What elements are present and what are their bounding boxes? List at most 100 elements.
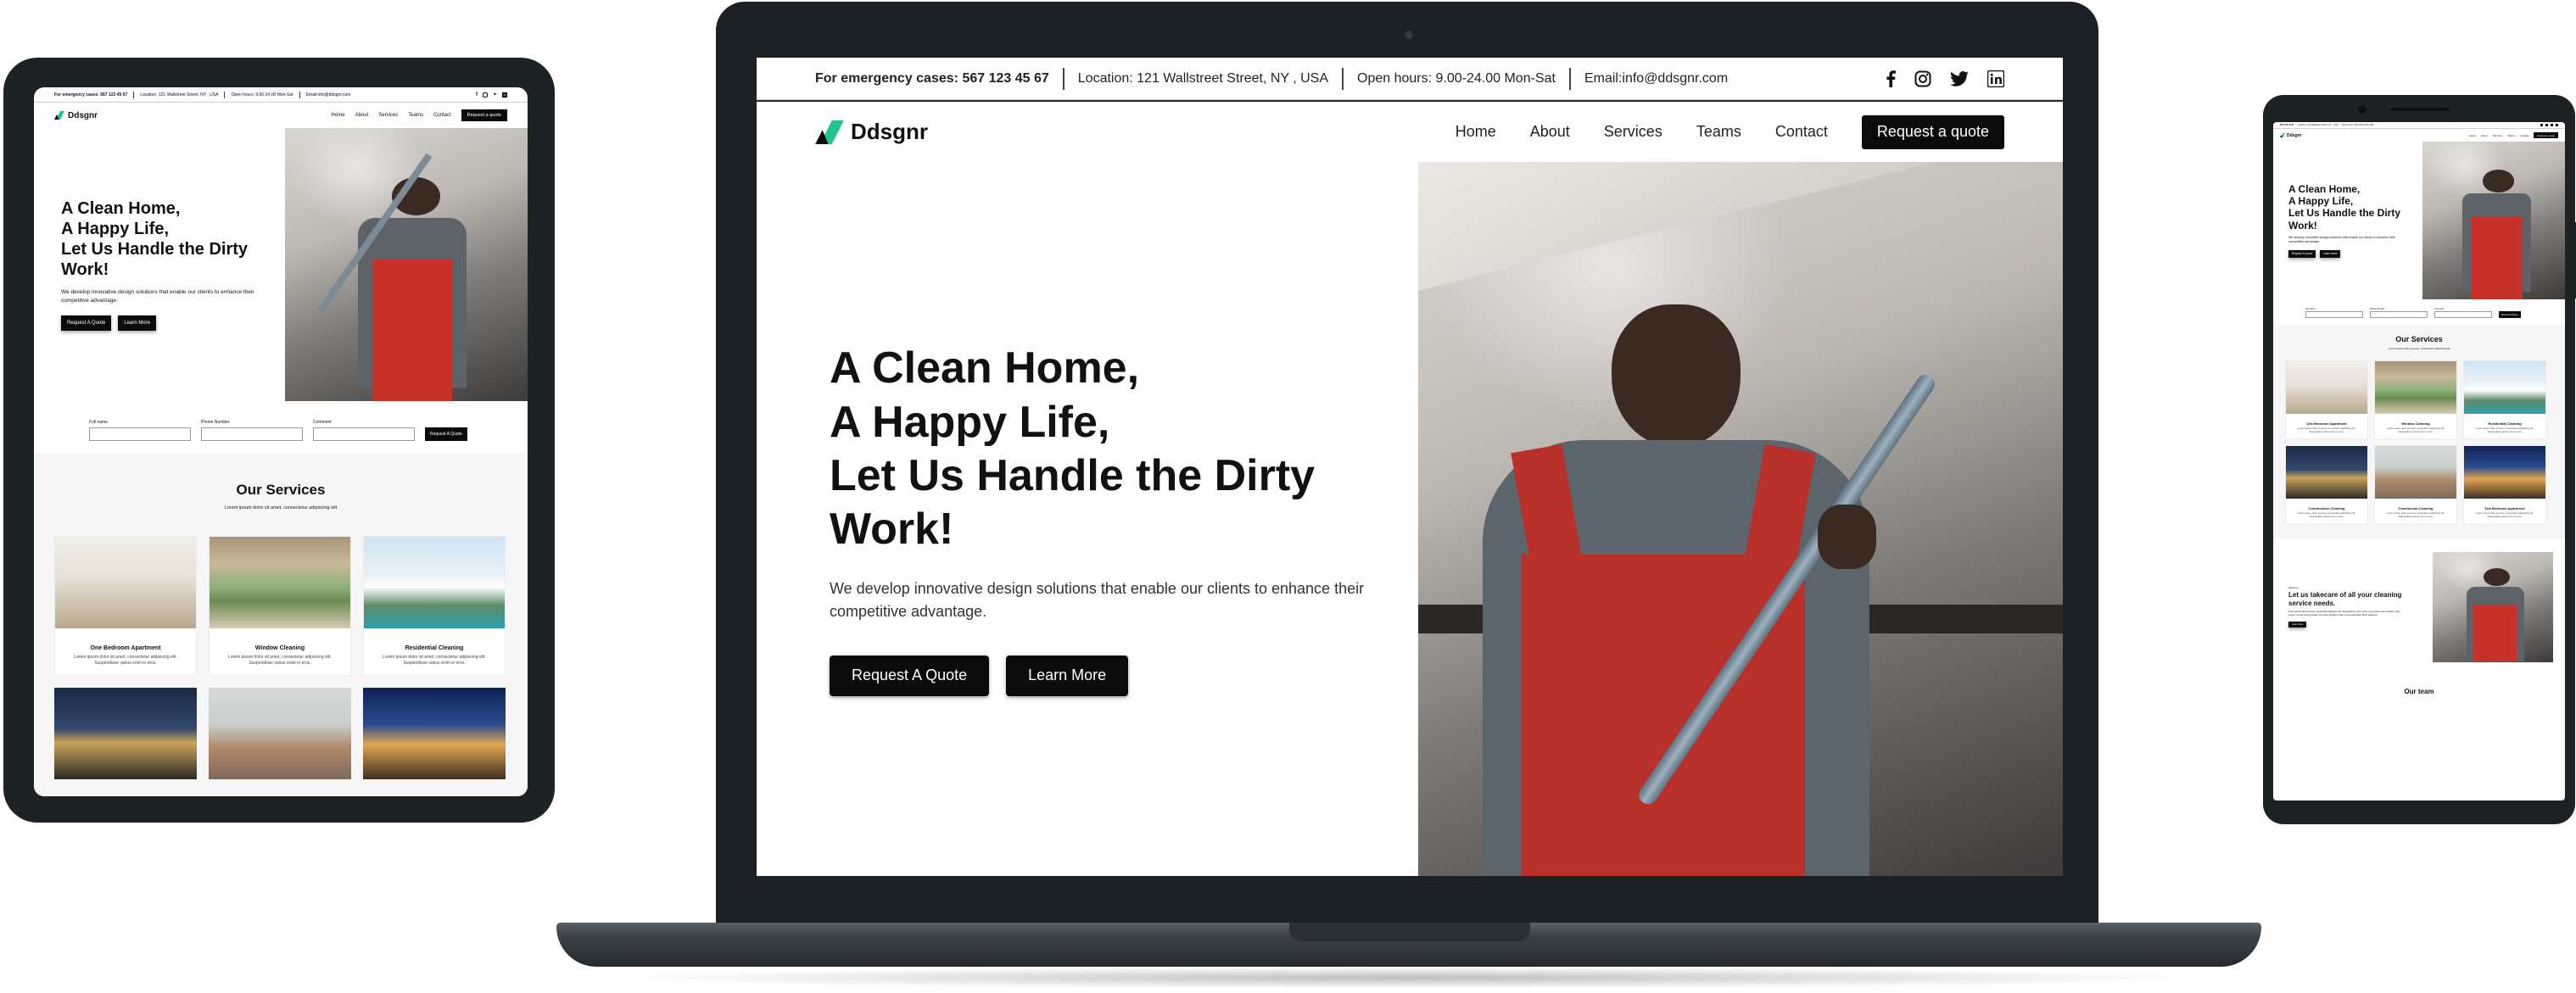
worker-overalls — [1521, 555, 1805, 876]
request-quote-button[interactable]: Request a quote — [461, 109, 507, 121]
twitter-icon[interactable]: ✦ — [493, 92, 497, 98]
comment-label: Comment — [313, 420, 332, 425]
comment-input[interactable] — [2434, 311, 2492, 318]
about-section: About us Let us takecare of all your cle… — [2273, 538, 2565, 671]
hero-request-quote-button[interactable]: Request A Quote — [61, 315, 112, 331]
service-image — [2464, 446, 2545, 499]
service-card-construction[interactable]: Construction Cleaning Lorem ipsum dolor … — [2285, 445, 2368, 525]
nav-teams[interactable]: Teams — [1696, 123, 1741, 141]
laptop-notch — [1289, 923, 1530, 941]
nav-contact[interactable]: Contact — [433, 113, 451, 118]
service-card-one-bedroom[interactable]: One Bedroom Apartment Lorem ipsum dolor … — [54, 536, 197, 676]
request-quote-button[interactable]: Request a quote — [1861, 114, 2004, 149]
twitter-icon[interactable] — [1950, 70, 1969, 86]
service-card-two-bedroom[interactable]: Two Bedroom Apartment Lorem ipsum dolor … — [2463, 445, 2546, 525]
logo[interactable]: Ddsgnr — [815, 119, 928, 145]
nav-about[interactable]: About — [355, 113, 369, 118]
linkedin-icon[interactable] — [1987, 70, 2004, 87]
logo[interactable]: Ddsgnr — [54, 111, 98, 120]
service-card-commercial[interactable]: Commercial Cleaning Lorem ipsum dolor si… — [2374, 445, 2457, 525]
instagram-icon[interactable] — [1914, 70, 1931, 87]
location-text: Location: 121 Wallstreet Street, NY , US… — [1077, 70, 1329, 86]
nav-home[interactable]: Home — [2469, 134, 2476, 137]
hero-learn-more-button[interactable]: Learn More — [118, 315, 157, 331]
hero-learn-more-button[interactable]: Learn More — [1006, 655, 1129, 696]
service-desc: Lorem ipsum dolor sit amet, consectetur … — [2386, 427, 2445, 433]
service-card-one-bedroom[interactable]: One Bedroom Apartment Lorem ipsum dolor … — [2285, 360, 2368, 440]
service-name: Window Cleaning — [254, 645, 305, 651]
form-submit-button[interactable]: Request A Quote — [2499, 311, 2521, 318]
topbar: 567 123 45 67 Location: 121 Wallstreet S… — [2273, 122, 2565, 129]
phone-input[interactable] — [201, 427, 303, 441]
nav-services[interactable]: Services — [1604, 123, 1662, 141]
phone-label: Phone Number — [2370, 308, 2385, 310]
quote-form: Full name Phone Number Comment Request A… — [2273, 299, 2565, 325]
emergency-text: For emergency cases: 567 123 45 67 — [815, 70, 1049, 86]
service-card-residential[interactable]: Residential Cleaning Lorem ipsum dolor s… — [363, 536, 506, 676]
hero-learn-more-button[interactable]: Learn More — [2320, 249, 2341, 258]
service-desc: Lorem ipsum dolor sit amet, consectetur … — [2475, 427, 2534, 433]
service-image — [364, 537, 505, 628]
instagram-icon[interactable] — [482, 92, 488, 98]
services-section: Our Services Lorem ipsum dolor sit amet,… — [2273, 325, 2565, 538]
service-card-window[interactable]: Window Cleaning Lorem ipsum dolor sit am… — [209, 536, 351, 676]
full-name-input[interactable] — [2305, 311, 2363, 318]
nav-contact[interactable]: Contact — [1775, 123, 1828, 141]
brand-name: Ddsgnr — [2287, 132, 2302, 138]
nav-teams[interactable]: Teams — [2507, 134, 2515, 137]
services-section: Our Services Lorem ipsum dolor sit amet,… — [34, 453, 528, 796]
phone-camera — [2358, 105, 2366, 114]
nav-contact[interactable]: Contact — [2520, 134, 2529, 137]
hero-request-quote-button[interactable]: Request A Quote — [830, 655, 990, 696]
about-learn-more-button[interactable]: Learn More — [2288, 621, 2307, 628]
nav-home[interactable]: Home — [1456, 123, 1496, 141]
request-quote-button[interactable]: Request a quote — [2534, 132, 2558, 138]
nav-services[interactable]: Services — [378, 113, 398, 118]
phone-speaker — [2390, 108, 2450, 111]
nav-teams[interactable]: Teams — [408, 113, 423, 118]
service-desc: Lorem ipsum dolor sit amet, consectetur … — [228, 655, 332, 666]
full-name-input[interactable] — [89, 427, 191, 441]
service-image — [2375, 361, 2456, 414]
logo[interactable]: Ddsgnr — [2280, 133, 2302, 138]
tablet-device: For emergency cases: 567 123 45 67 Locat… — [3, 58, 555, 823]
service-desc: Lorem ipsum dolor sit amet, consectetur … — [2297, 427, 2356, 433]
twitter-icon[interactable] — [2551, 124, 2553, 126]
service-image — [55, 537, 196, 628]
service-desc: Lorem ipsum dolor sit amet, consectetur … — [74, 655, 177, 666]
service-desc: Lorem ipsum dolor sit amet, consectetur … — [2297, 511, 2356, 518]
tablet-screen: For emergency cases: 567 123 45 67 Locat… — [34, 87, 528, 796]
logo-icon — [815, 120, 844, 144]
hero-subtitle: We develop innovative design solutions t… — [830, 579, 1365, 620]
topbar: For emergency cases: 567 123 45 67 Locat… — [757, 58, 2063, 100]
facebook-icon[interactable]: f — [476, 92, 478, 98]
service-card-window[interactable]: Window Cleaning Lorem ipsum dolor sit am… — [2374, 360, 2457, 440]
service-image — [2286, 446, 2367, 499]
services-subtitle: Lorem ipsum dolor sit amet, consectetur … — [2388, 347, 2450, 350]
service-name: Residential Cleaning — [405, 645, 464, 651]
comment-input[interactable] — [313, 427, 415, 441]
linkedin-icon[interactable] — [2556, 124, 2558, 126]
instagram-icon[interactable] — [2545, 124, 2548, 126]
phone-screen: 567 123 45 67 Location: 121 Wallstreet S… — [2273, 122, 2565, 801]
linkedin-icon[interactable]: in — [502, 92, 507, 98]
hero-subtitle: We develop innovative design solutions t… — [2288, 235, 2395, 243]
facebook-icon[interactable] — [1886, 70, 1896, 87]
service-card-residential[interactable]: Residential Cleaning Lorem ipsum dolor s… — [2463, 360, 2546, 440]
service-image — [2375, 446, 2456, 499]
phone-input[interactable] — [2370, 311, 2428, 318]
facebook-icon[interactable] — [2540, 124, 2543, 126]
hero: A Clean Home, A Happy Life, Let Us Handle … — [757, 162, 2063, 876]
nav-about[interactable]: About — [1530, 123, 1570, 141]
nav-home[interactable]: Home — [332, 113, 345, 118]
phone-device: 567 123 45 67 Location: 121 Wallstreet S… — [2263, 95, 2576, 824]
hours-text: Open hours: 9.00-24.00 Mon-Sat — [231, 92, 293, 98]
name-label: Full name — [89, 420, 108, 425]
service-name: One Bedroom Apartment — [90, 645, 161, 651]
nav-services[interactable]: Services — [2493, 134, 2503, 137]
form-submit-button[interactable]: Request A Quote — [425, 427, 467, 441]
hero-image — [2422, 142, 2565, 299]
email-text: Email:info@ddsgnr.com — [305, 92, 351, 98]
hero-request-quote-button[interactable]: Request A Quote — [2288, 249, 2316, 258]
nav-about[interactable]: About — [2481, 134, 2488, 137]
